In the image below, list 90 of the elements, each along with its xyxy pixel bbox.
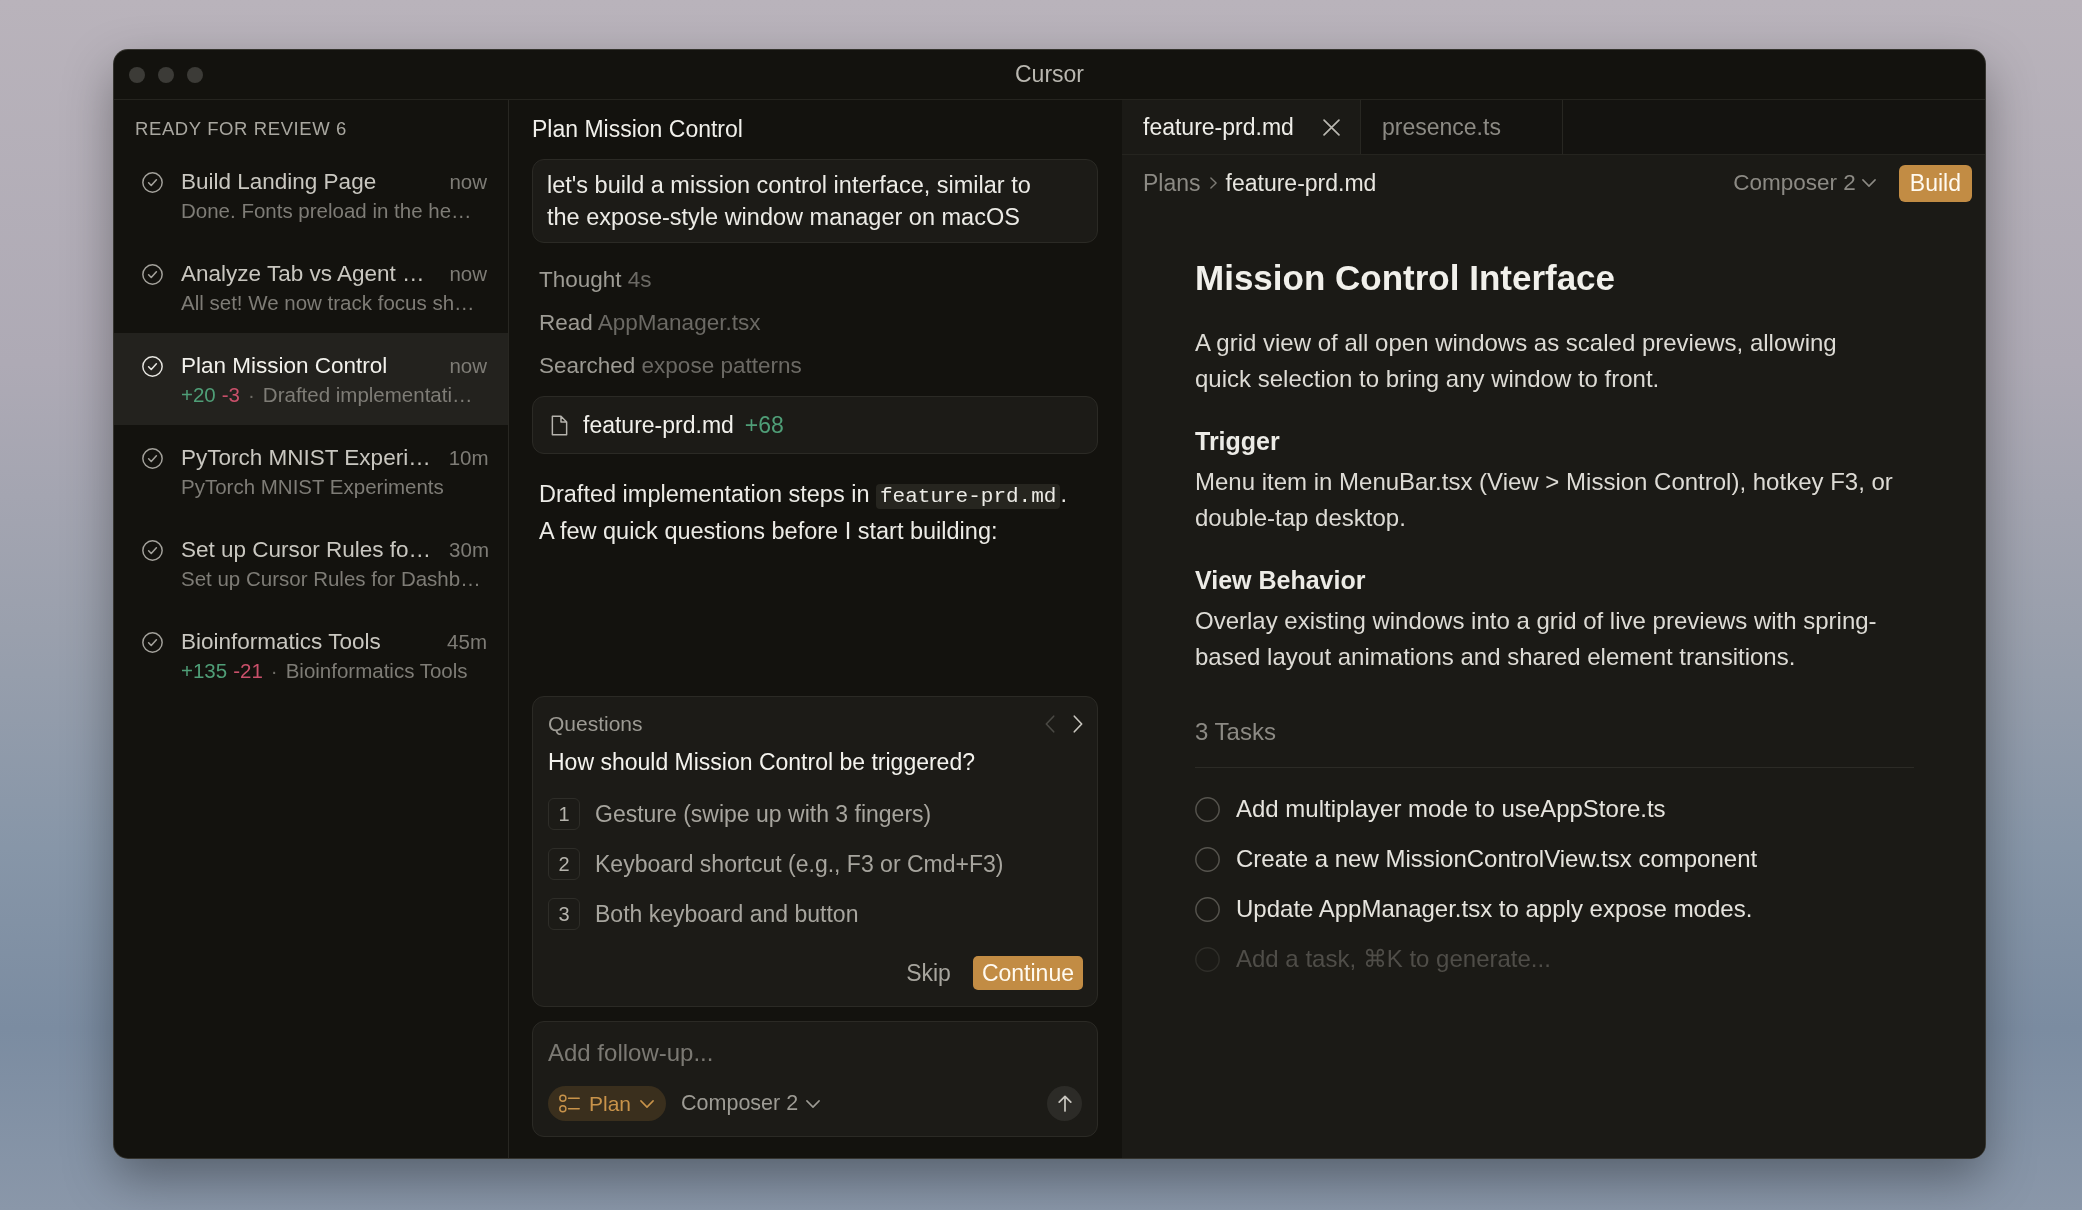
item-summary: Bioinformatics Tools xyxy=(285,659,468,683)
removed-lines-count: -21 xyxy=(233,659,263,683)
file-card[interactable]: feature-prd.md +68 xyxy=(532,396,1098,454)
arrow-up-icon xyxy=(1057,1095,1072,1112)
item-title: PyTorch MNIST Experi… xyxy=(181,445,431,471)
sidebar-item[interactable]: PyTorch MNIST Experi… 10m PyTorch MNIST Experiments xyxy=(114,425,508,517)
added-lines-count: +135 xyxy=(181,659,228,683)
window-title: Cursor xyxy=(1015,61,1084,88)
sidebar-item[interactable]: Build Landing Page now Done. Fonts preload in the he… xyxy=(114,149,508,241)
task-checkbox[interactable] xyxy=(1195,896,1220,922)
item-title: Plan Mission Control xyxy=(181,353,389,379)
item-summary: PyTorch MNIST Experiments xyxy=(181,475,444,499)
check-circle-icon xyxy=(142,539,163,561)
sidebar-item[interactable]: Bioinformatics Tools 45m +135 -21 · Bioinformatics Tools xyxy=(114,609,508,701)
model-dropdown[interactable]: Composer 2 xyxy=(681,1091,821,1116)
item-summary: All set! We now track focus sh… xyxy=(181,291,475,315)
chevron-down-icon xyxy=(806,1099,821,1108)
skip-button[interactable]: Skip xyxy=(902,956,955,990)
item-time: 30m xyxy=(449,537,489,563)
chevron-right-icon xyxy=(1209,177,1217,189)
option-number-key: 2 xyxy=(548,848,580,880)
editor-tab[interactable]: presence.ts xyxy=(1361,100,1563,154)
check-circle-icon xyxy=(142,355,163,377)
item-summary: Set up Cursor Rules for Dashb… xyxy=(181,567,481,591)
task-checkbox[interactable] xyxy=(1195,796,1220,822)
sidebar-item[interactable]: Plan Mission Control now +20 -3 · Drafted implementati… xyxy=(114,333,508,425)
minimize-window-button[interactable] xyxy=(158,66,174,83)
separator-dot: · xyxy=(248,383,255,407)
answer-option[interactable]: 3 Both keyboard and button xyxy=(548,894,1083,934)
tasks-heading: 3 Tasks xyxy=(1195,717,1914,768)
added-lines-count: +20 xyxy=(181,383,216,407)
item-summary: Drafted implementati… xyxy=(262,383,473,407)
chevron-down-icon xyxy=(640,1099,655,1108)
zoom-window-button[interactable] xyxy=(187,66,203,83)
activity-step: Thought 4s xyxy=(539,265,1098,295)
follow-up-input[interactable]: Add follow-up... xyxy=(548,1038,1082,1068)
answer-option[interactable]: 2 Keyboard shortcut (e.g., F3 or Cmd+F3) xyxy=(548,844,1083,884)
sidebar-item[interactable]: Set up Cursor Rules fo… 30m Set up Cursor Rules for Dashb… xyxy=(114,517,508,609)
model-dropdown[interactable]: Composer 2 xyxy=(1733,170,1876,196)
chevron-right-icon[interactable] xyxy=(1073,715,1083,733)
chevron-down-icon xyxy=(1861,179,1876,187)
activity-step: Searched expose patterns xyxy=(539,351,1098,381)
item-time: now xyxy=(449,169,487,195)
check-circle-icon xyxy=(142,263,163,285)
item-time: now xyxy=(449,353,487,379)
question-text: How should Mission Control be triggered? xyxy=(548,749,976,775)
review-section-heading: READY FOR REVIEW 6 xyxy=(134,117,348,141)
answer-option[interactable]: 1 Gesture (swipe up with 3 fingers) xyxy=(548,794,1083,834)
section-heading: Trigger xyxy=(1195,426,1281,456)
section-text: Menu item in MenuBar.tsx (View > Mission Control), hotkey F3, or double-tap desktop. xyxy=(1195,467,1894,533)
item-title: Build Landing Page xyxy=(181,169,378,195)
removed-lines-count: -3 xyxy=(221,383,240,407)
mode-dropdown[interactable]: Plan xyxy=(548,1086,667,1121)
file-name: feature-prd.md xyxy=(583,411,734,439)
editor-tab[interactable]: feature-prd.md xyxy=(1122,100,1361,154)
breadcrumb-current: feature-prd.md xyxy=(1225,169,1377,197)
document-paragraph: A grid view of all open windows as scaled previews, allowing quick selection to bring any window to front. xyxy=(1195,328,1838,394)
option-number-key: 1 xyxy=(548,798,580,830)
item-time: now xyxy=(449,261,487,287)
task-checkbox[interactable] xyxy=(1195,846,1220,872)
task-text: Update AppManager.tsx to apply expose modes. xyxy=(1236,895,1753,923)
user-message: let's build a mission control interface, similar to the expose-style window manager on macOS xyxy=(532,159,1098,243)
check-circle-icon xyxy=(142,171,163,193)
close-icon[interactable] xyxy=(1323,118,1340,136)
activity-step: Read AppManager.tsx xyxy=(539,308,1098,338)
added-lines-count: +68 xyxy=(744,411,784,439)
check-circle-icon xyxy=(142,631,163,653)
item-title: Bioinformatics Tools xyxy=(181,629,382,655)
file-icon xyxy=(551,414,568,436)
task-text: Add multiplayer mode to useAppStore.ts xyxy=(1236,795,1666,823)
item-title: Analyze Tab vs Agent … xyxy=(181,261,426,287)
questions-label: Questions xyxy=(548,712,644,736)
sidebar-item[interactable]: Analyze Tab vs Agent … now All set! We now track focus sh… xyxy=(114,241,508,333)
option-number-key: 3 xyxy=(548,898,580,930)
item-time: 10m xyxy=(448,445,489,471)
section-heading: View Behavior xyxy=(1195,565,1367,595)
send-button[interactable] xyxy=(1047,1086,1082,1121)
task-text: Create a new MissionControlView.tsx component xyxy=(1236,845,1758,873)
list-icon xyxy=(559,1094,580,1113)
separator-dot: · xyxy=(270,659,278,683)
breadcrumb-link[interactable]: Plans xyxy=(1143,169,1201,197)
section-text: Overlay existing windows into a grid of live previews with spring-based layout animations and shared element transitions. xyxy=(1195,606,1878,672)
document-title: Mission Control Interface xyxy=(1195,258,1617,298)
item-title: Set up Cursor Rules fo… xyxy=(181,537,432,563)
item-summary: Done. Fonts preload in the he… xyxy=(181,199,472,223)
item-time: 45m xyxy=(447,629,487,655)
check-circle-icon xyxy=(142,447,163,469)
response-text: Drafted implementation steps in feature-prd.md . A few quick questions before I start building: xyxy=(539,480,1068,546)
chat-title: Plan Mission Control xyxy=(532,116,744,142)
close-window-button[interactable] xyxy=(129,66,145,83)
